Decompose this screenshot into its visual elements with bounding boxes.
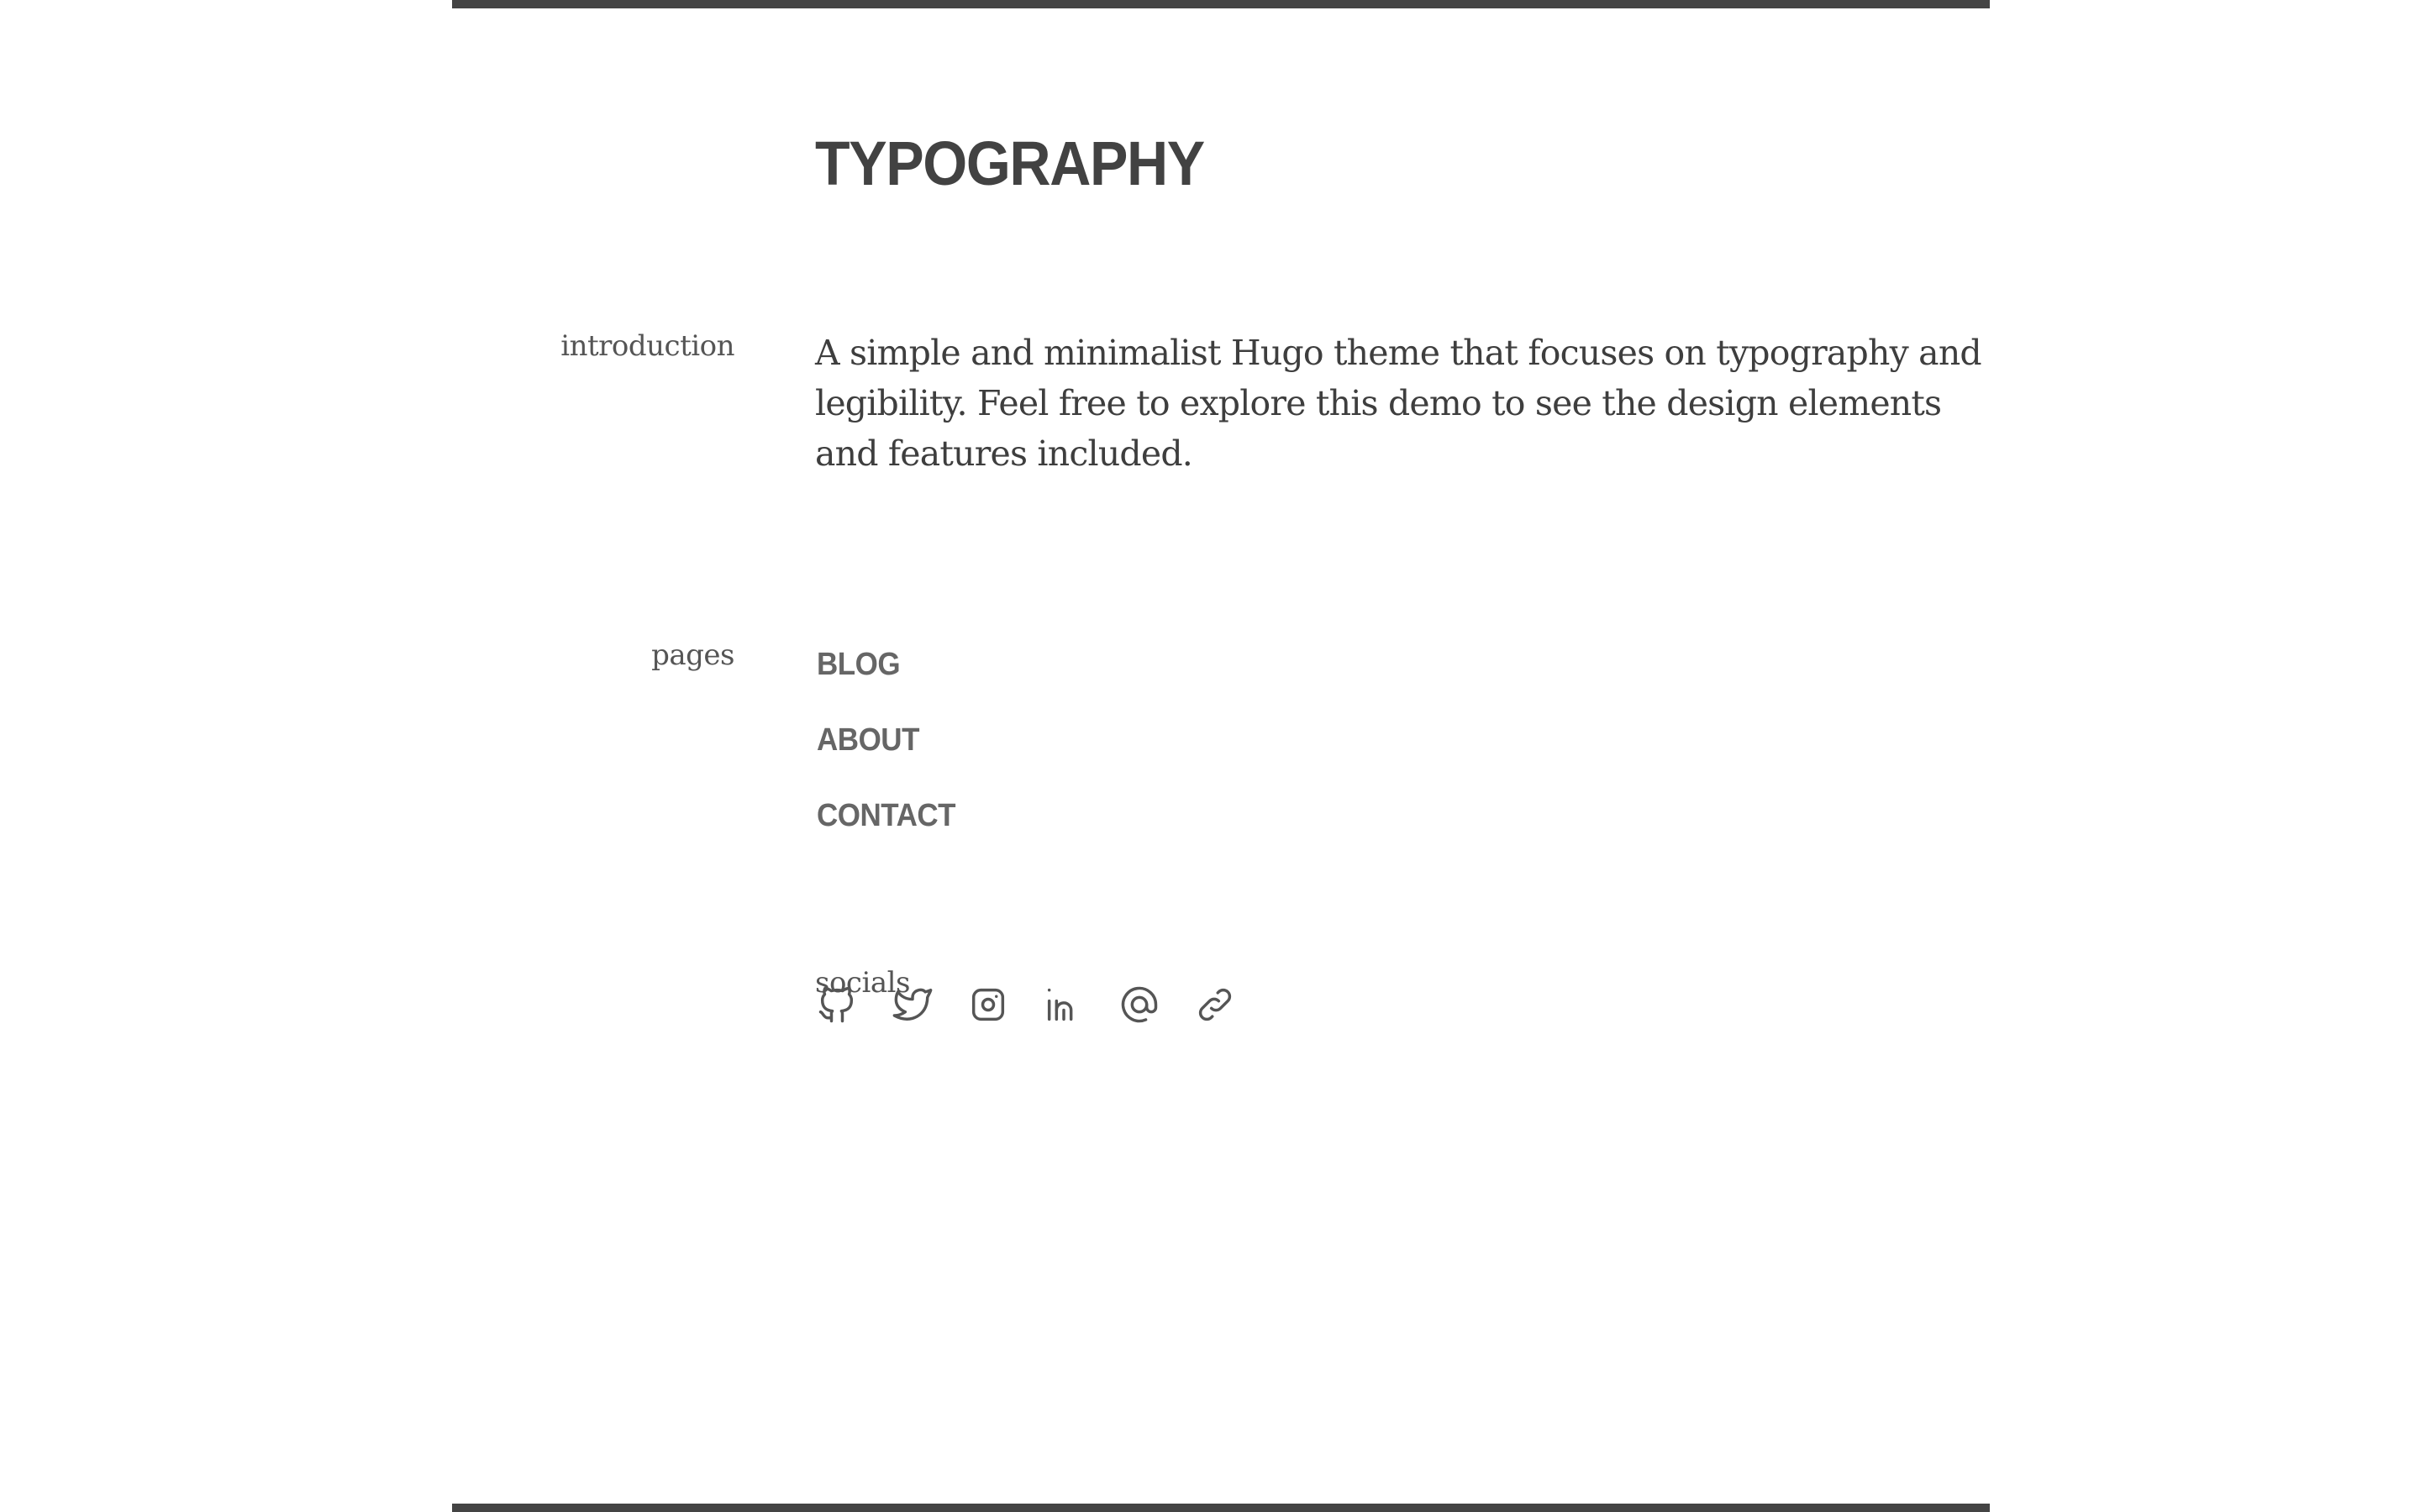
linkedin-link[interactable] [1042, 983, 1086, 1026]
instagram-link[interactable] [966, 983, 1010, 1026]
nav-item-contact: CONTACT [817, 795, 967, 870]
linkedin-icon [1047, 988, 1073, 1021]
pages-nav: BLOG ABOUT CONTACT [817, 643, 967, 870]
email-icon [1121, 986, 1158, 1023]
github-link[interactable] [815, 983, 859, 1026]
blog-link[interactable]: BLOG [817, 643, 901, 685]
github-icon [818, 986, 854, 1023]
twitter-icon [892, 988, 933, 1021]
contact-link[interactable]: CONTACT [817, 795, 956, 837]
bottom-border [452, 1504, 1990, 1512]
nav-item-blog: BLOG [817, 643, 967, 719]
link-icon [1198, 988, 1232, 1021]
introduction-label: introduction [560, 329, 734, 363]
pages-label: pages [651, 638, 734, 672]
twitter-link[interactable] [891, 983, 934, 1026]
socials-list [815, 983, 1269, 1026]
link-link[interactable] [1193, 983, 1237, 1026]
introduction-text: A simple and minimalist Hugo theme that … [815, 333, 1982, 474]
page: TYPOGRAPHY introduction A simple and min… [0, 0, 2420, 1512]
email-link[interactable] [1118, 983, 1161, 1026]
instagram-icon [971, 988, 1005, 1021]
nav-item-about: ABOUT [817, 719, 967, 795]
about-link[interactable]: ABOUT [817, 719, 919, 761]
site-title[interactable]: TYPOGRAPHY [815, 122, 1205, 206]
top-border [452, 0, 1990, 8]
